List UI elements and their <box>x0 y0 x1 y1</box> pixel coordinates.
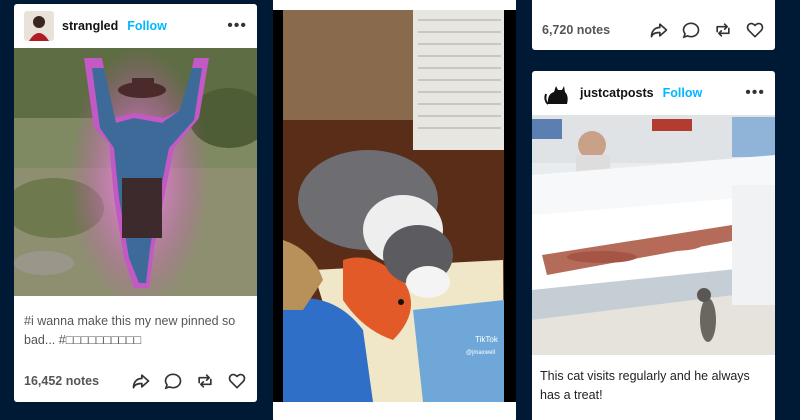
more-options-icon[interactable]: ••• <box>227 17 247 35</box>
blog-name[interactable]: justcatposts <box>580 86 654 100</box>
reply-icon[interactable] <box>163 371 183 391</box>
tiktok-watermark: TikTok <box>475 335 499 344</box>
post-card-video: TikTok @jmaxwell <box>273 0 516 420</box>
notes-count[interactable]: 16,452 notes <box>24 374 99 388</box>
like-icon[interactable] <box>745 20 765 40</box>
like-icon[interactable] <box>227 371 247 391</box>
reply-icon[interactable] <box>681 20 701 40</box>
more-options-icon[interactable]: ••• <box>745 84 765 102</box>
post-card-strangled: strangled Follow ••• #i wanna make this … <box>14 4 257 402</box>
post-caption: This cat visits regularly and he always … <box>540 369 750 402</box>
post-card-partial: 6,720 notes <box>532 0 775 50</box>
share-icon[interactable] <box>649 20 669 40</box>
post-card-justcatposts: justcatposts Follow ••• This cat visits … <box>532 71 775 420</box>
post-header: justcatposts Follow ••• <box>532 71 775 115</box>
post-image[interactable] <box>532 115 775 355</box>
post-video[interactable]: TikTok @jmaxwell <box>273 10 516 402</box>
reblog-icon[interactable] <box>195 371 215 391</box>
post-header: strangled Follow ••• <box>14 4 257 48</box>
tiktok-username: @jmaxwell <box>466 350 495 356</box>
post-caption: #i wanna make this my new pinned so bad.… <box>24 314 236 347</box>
blog-name[interactable]: strangled <box>62 19 118 33</box>
follow-button[interactable]: Follow <box>127 19 167 33</box>
blog-avatar[interactable] <box>24 11 54 41</box>
reblog-icon[interactable] <box>713 20 733 40</box>
post-footer: 6,720 notes <box>532 10 775 50</box>
post-image[interactable] <box>14 48 257 296</box>
post-actions <box>131 371 247 391</box>
post-footer: 16,452 notes <box>14 361 257 401</box>
notes-count[interactable]: 6,720 notes <box>542 23 610 37</box>
blog-avatar[interactable] <box>542 78 572 108</box>
post-actions <box>649 20 765 40</box>
follow-button[interactable]: Follow <box>663 86 703 100</box>
share-icon[interactable] <box>131 371 151 391</box>
